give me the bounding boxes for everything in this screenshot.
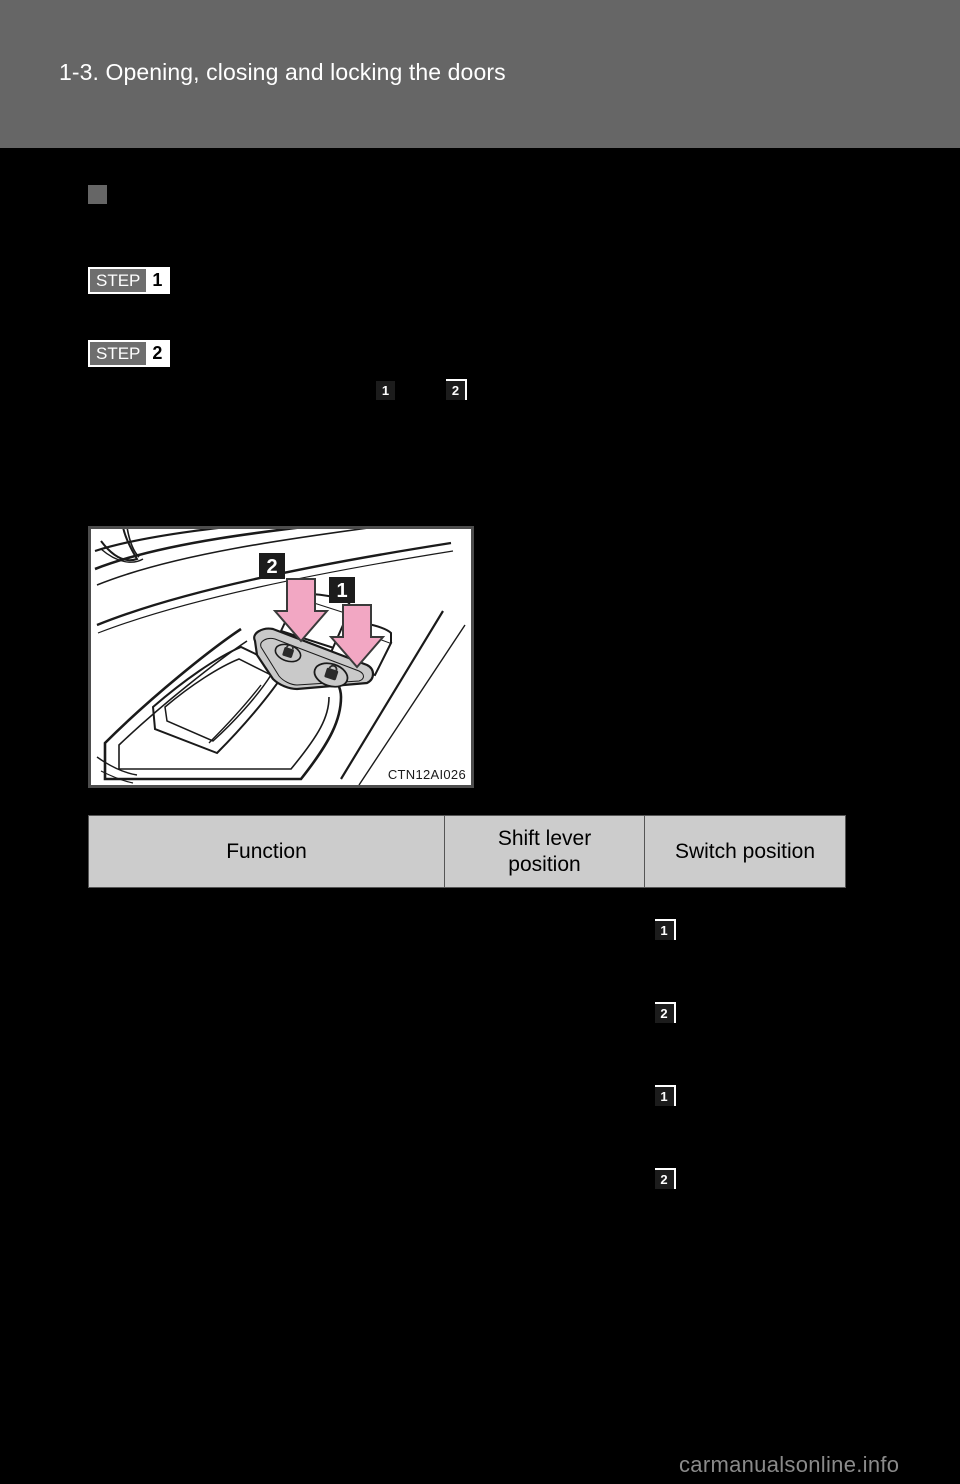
page-header-band: 1-3. Opening, closing and locking the do… — [0, 0, 960, 148]
cell-switch-position: 1 — [645, 888, 846, 972]
figure-callout-2: 2 — [259, 553, 285, 579]
switch-position-badge: 2 — [654, 1167, 676, 1189]
step-number-2: 2 — [146, 342, 169, 365]
table-row: 1 — [89, 888, 846, 972]
svg-text:1: 1 — [336, 580, 347, 602]
figure-callout-1: 1 — [329, 577, 355, 603]
cell-shift-lever — [445, 1137, 645, 1220]
cell-function — [89, 971, 445, 1054]
inline-callout-badge-2: 2 — [446, 379, 467, 400]
column-header-switch-position: Switch position — [644, 815, 846, 888]
step-number-1: 1 — [146, 269, 169, 292]
step-badge-2: STEP 2 — [88, 340, 171, 367]
cell-function — [89, 1137, 445, 1220]
step-label-2: STEP — [90, 342, 147, 365]
step-label-1: STEP — [90, 269, 147, 292]
cell-switch-position: 2 — [645, 1137, 846, 1220]
column-header-function: Function — [88, 815, 445, 888]
cell-shift-lever — [445, 888, 645, 972]
figure-caption: CTN12AI026 — [387, 767, 466, 782]
square-bullet-icon — [88, 185, 107, 204]
cell-switch-position: 1 — [645, 1054, 846, 1137]
function-shift-switch-table: Function Shift lever position Switch pos… — [88, 815, 846, 1220]
page-title: 1-3. Opening, closing and locking the do… — [59, 59, 506, 85]
cell-function — [89, 1054, 445, 1137]
shift-lever-line1: Shift lever — [497, 826, 592, 850]
site-watermark: carmanualsonline.info — [679, 1452, 900, 1477]
cell-shift-lever — [445, 971, 645, 1054]
cell-function — [89, 888, 445, 972]
table-header-row: Function Shift lever position Switch pos… — [88, 815, 846, 888]
shift-lever-line2: position — [508, 852, 581, 876]
inline-callout-badge-1: 1 — [376, 381, 395, 400]
svg-text:2: 2 — [266, 556, 277, 578]
step-badge-1: STEP 1 — [88, 267, 171, 294]
cell-switch-position: 2 — [645, 971, 846, 1054]
illustration-svg: 2 1 — [91, 529, 471, 785]
table-row: 2 — [89, 1137, 846, 1220]
cell-shift-lever — [445, 1054, 645, 1137]
column-header-shift-lever-position: Shift lever position — [444, 815, 645, 888]
door-lock-switch-illustration: 2 1 CTN12AI026 — [88, 526, 474, 788]
table-row: 1 — [89, 1054, 846, 1137]
switch-position-badge: 1 — [654, 1084, 676, 1106]
table-body: 1 2 1 2 — [89, 888, 846, 1221]
switch-position-badge: 1 — [654, 918, 676, 940]
table-row: 2 — [89, 971, 846, 1054]
switch-position-badge: 2 — [654, 1001, 676, 1023]
